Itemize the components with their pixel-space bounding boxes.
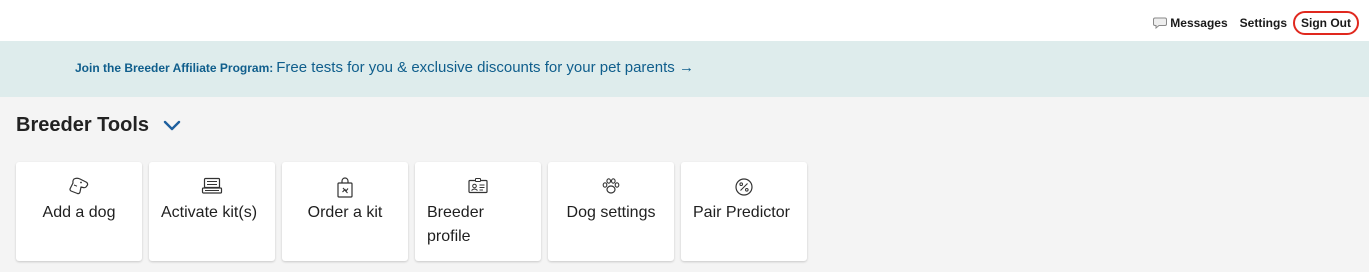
- paw-icon: [600, 177, 622, 200]
- sign-out-link[interactable]: Sign Out: [1293, 11, 1359, 35]
- order-a-kit-tile[interactable]: Order a kit: [282, 162, 408, 261]
- tile-label: Order a kit: [307, 204, 383, 221]
- speech-bubble-icon: [1153, 17, 1168, 30]
- pair-predictor-tile[interactable]: Pair Predictor: [681, 162, 807, 261]
- tile-label: Add a dog: [42, 204, 116, 221]
- banner-prefix: Join the Breeder Affiliate Program:: [75, 61, 274, 75]
- top-navigation: Messages Settings Sign Out: [1153, 11, 1359, 35]
- tile-label: Pair Predictor: [693, 204, 790, 221]
- tile-label: Dog settings: [566, 204, 656, 221]
- chevron-down-icon[interactable]: [163, 118, 181, 136]
- id-card-icon: [467, 177, 489, 200]
- sign-out-label: Sign Out: [1301, 16, 1351, 30]
- dog-tag-icon: [68, 177, 90, 200]
- tile-label: Breeder profile: [427, 204, 484, 245]
- percent-circle-icon: [734, 177, 754, 202]
- breeder-tools-header[interactable]: Breeder Tools: [16, 114, 181, 137]
- messages-link[interactable]: Messages: [1153, 16, 1228, 30]
- kit-box-icon: [201, 177, 223, 200]
- activate-kits-tile[interactable]: Activate kit(s): [149, 162, 275, 261]
- settings-link[interactable]: Settings: [1240, 16, 1287, 30]
- breeder-tools-grid: Add a dog Activate kit(s) Order a kit Br…: [16, 162, 814, 261]
- breeder-profile-tile[interactable]: Breeder profile: [415, 162, 541, 261]
- banner-text: Free tests for you & exclusive discounts…: [276, 59, 694, 76]
- tile-label: Activate kit(s): [161, 204, 258, 221]
- add-a-dog-tile[interactable]: Add a dog: [16, 162, 142, 261]
- section-title: Breeder Tools: [16, 114, 149, 136]
- top-bar: Messages Settings Sign Out: [0, 0, 1369, 41]
- shopping-bag-icon: [335, 177, 355, 204]
- messages-label: Messages: [1170, 16, 1228, 30]
- dog-settings-tile[interactable]: Dog settings: [548, 162, 674, 261]
- settings-label: Settings: [1239, 16, 1287, 30]
- affiliate-banner: Join the Breeder Affiliate Program: Free …: [0, 41, 1369, 97]
- affiliate-banner-link[interactable]: Join the Breeder Affiliate Program: Free …: [75, 59, 694, 77]
